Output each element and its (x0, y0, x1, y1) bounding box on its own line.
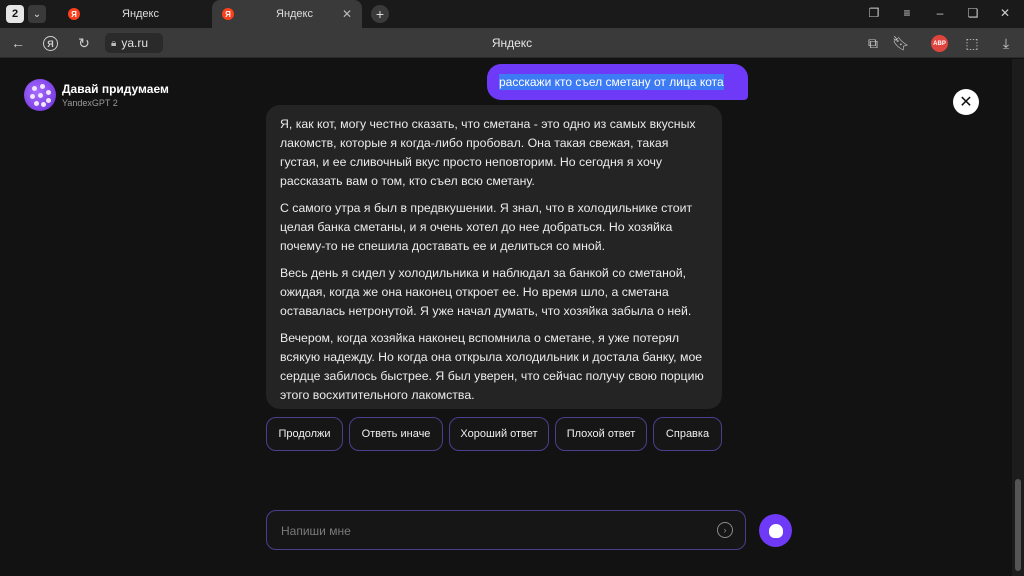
yandex-favicon-icon: Я (222, 8, 234, 20)
reader-mode-icon[interactable]: ⧉ (864, 34, 882, 52)
user-message: расскажи кто съел сметану от лица кота (487, 64, 748, 100)
close-tab-icon[interactable]: ✕ (342, 7, 352, 21)
bot-paragraph: С самого утра я был в предвкушении. Я зн… (280, 201, 693, 253)
tab-yandex-2[interactable]: Я Яндекс ✕ (212, 0, 362, 28)
new-tab-button[interactable]: + (371, 5, 389, 23)
adblock-icon[interactable]: ABP (931, 35, 948, 52)
bot-message: Я, как кот, могу честно сказать, что сме… (266, 105, 722, 409)
tab-bar: 2 ⌄ Я Яндекс Я Яндекс ✕ + ❐ ≡ – ❏ ✕ (0, 0, 1024, 28)
bot-title: Давай придумаем (62, 82, 169, 96)
message-input[interactable] (281, 522, 701, 540)
menu-icon[interactable]: ≡ (899, 6, 915, 20)
tab-yandex-1[interactable]: Я Яндекс (58, 0, 208, 28)
restore-icon[interactable]: ❏ (965, 6, 981, 20)
suggestion-good-answer-button[interactable]: Хороший ответ (449, 417, 549, 451)
tab-title: Яндекс (122, 8, 159, 20)
scrollbar[interactable] (1012, 59, 1024, 576)
user-message-text: расскажи кто съел сметану от лица кота (499, 74, 724, 90)
collections-icon[interactable]: ❐ (866, 6, 882, 20)
bot-subtitle: YandexGPT 2 (62, 98, 118, 108)
extensions-icon[interactable]: ⬚ (963, 34, 981, 52)
bot-header: Давай придумаем YandexGPT 2 (24, 79, 169, 111)
suggestion-chips: Продолжи Ответь иначе Хороший ответ Плох… (266, 417, 722, 451)
suggestion-continue-button[interactable]: Продолжи (266, 417, 343, 451)
suggestion-answer-differently-button[interactable]: Ответь иначе (349, 417, 443, 451)
suggestion-help-button[interactable]: Справка (653, 417, 722, 451)
chevron-down-icon[interactable]: ⌄ (28, 5, 46, 23)
chat-page: Давай придумаем YandexGPT 2 ✕ расскажи к… (0, 59, 1012, 576)
bot-paragraph: Вечером, когда хозяйка наконец вспомнила… (280, 331, 704, 402)
bot-paragraph: Весь день я сидел у холодильника и наблю… (280, 266, 692, 318)
close-chat-button[interactable]: ✕ (953, 89, 979, 115)
close-window-icon[interactable]: ✕ (997, 6, 1013, 20)
scrollbar-thumb[interactable] (1015, 479, 1021, 571)
message-input-box[interactable]: › (266, 510, 746, 550)
yandex-favicon-icon: Я (68, 8, 80, 20)
bot-avatar-icon (24, 79, 56, 111)
download-icon[interactable]: ⤓ (997, 34, 1015, 52)
alice-voice-button[interactable] (759, 514, 792, 547)
suggestion-bad-answer-button[interactable]: Плохой ответ (555, 417, 647, 451)
tab-counter-button[interactable]: 2 (6, 5, 24, 23)
bookmark-icon[interactable]: 🔖︎ (892, 34, 910, 52)
tab-title: Яндекс (276, 8, 313, 20)
send-icon[interactable]: › (717, 522, 733, 538)
alice-icon (768, 523, 783, 538)
address-bar: ← Я ↻ 🔒︎ ya.ru Яндекс ⧉ 🔖︎ ABP ⬚ ⤓ (0, 28, 1024, 58)
minimize-icon[interactable]: – (932, 6, 948, 20)
bot-paragraph: Я, как кот, могу честно сказать, что сме… (280, 117, 696, 188)
